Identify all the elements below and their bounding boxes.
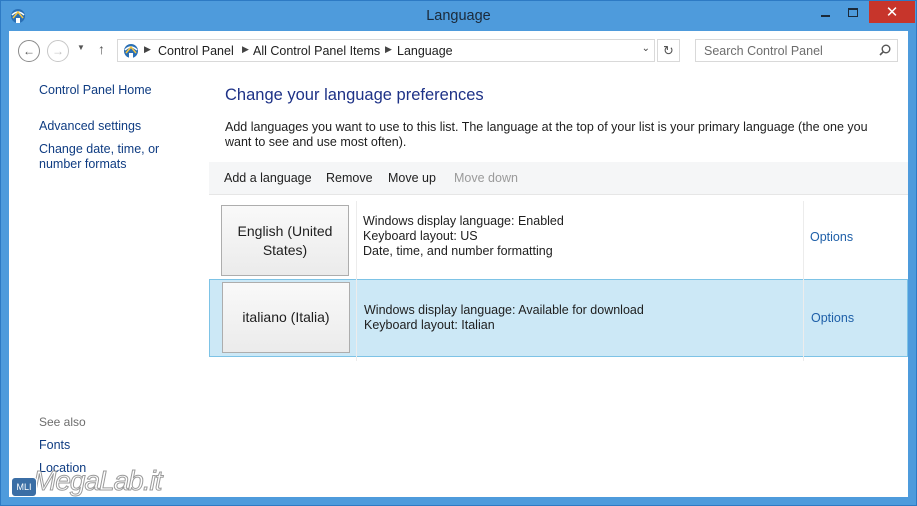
language-details: Windows display language: Enabled Keyboa… — [363, 214, 564, 259]
display-language-status: Windows display language: Enabled — [363, 214, 564, 228]
chevron-down-icon: ▼ — [77, 43, 85, 52]
language-details: Windows display language: Available for … — [364, 303, 644, 333]
control-panel-icon — [124, 44, 138, 58]
address-dropdown-icon[interactable]: ⌄ — [642, 43, 650, 54]
breadcrumb-separator-icon[interactable]: ▶ — [144, 44, 151, 55]
navigation-bar: ← → ▼ ↑ ▶ Control Panel ▶ All Control Pa… — [9, 31, 908, 69]
add-language-button[interactable]: Add a language — [224, 171, 312, 185]
options-link[interactable]: Options — [811, 311, 854, 325]
column-divider — [356, 201, 357, 361]
breadcrumb-separator-icon[interactable]: ▶ — [385, 44, 392, 55]
language-list: English (United States) Windows display … — [209, 201, 908, 361]
advanced-settings-link[interactable]: Advanced settings — [39, 119, 141, 134]
recent-locations-button[interactable]: ▼ — [77, 43, 85, 52]
breadcrumb-separator-icon[interactable]: ▶ — [242, 44, 249, 55]
close-button[interactable]: ✕ — [869, 1, 915, 23]
close-icon: ✕ — [885, 4, 899, 21]
remove-button[interactable]: Remove — [326, 171, 373, 185]
address-bar[interactable]: ▶ Control Panel ▶ All Control Panel Item… — [117, 39, 655, 62]
up-button[interactable]: ↑ — [98, 41, 105, 57]
watermark-badge: MLI — [11, 477, 37, 497]
back-arrow-icon: ← — [23, 44, 35, 58]
window-title: Language — [426, 8, 491, 24]
minimize-icon — [820, 15, 830, 17]
left-pane: Control Panel Home Advanced settings Cha… — [9, 69, 209, 497]
refresh-button[interactable]: ↻ — [657, 39, 680, 62]
main-content: Change your language preferences Add lan… — [209, 69, 908, 497]
forward-button[interactable]: → — [47, 40, 69, 62]
breadcrumb-language[interactable]: Language — [397, 44, 453, 58]
see-also-heading: See also — [39, 415, 86, 429]
change-date-time-formats-link[interactable]: Change date, time, or number formats — [39, 142, 204, 172]
minimize-button[interactable] — [811, 1, 839, 23]
move-down-button[interactable]: Move down — [454, 171, 518, 185]
keyboard-layout: Keyboard layout: US — [363, 229, 478, 243]
maximize-icon — [848, 7, 858, 17]
title-bar[interactable]: Language ✕ — [1, 1, 916, 31]
forward-arrow-icon: → — [52, 44, 64, 58]
refresh-icon: ↻ — [663, 42, 674, 58]
language-tile[interactable]: English (United States) — [221, 205, 349, 276]
keyboard-layout: Keyboard layout: Italian — [364, 318, 495, 332]
language-toolbar: Add a language Remove Move up Move down — [209, 162, 908, 195]
display-language-status: Windows display language: Available for … — [364, 303, 644, 317]
maximize-button[interactable] — [839, 1, 867, 23]
page-title: Change your language preferences — [225, 86, 484, 104]
breadcrumb-control-panel[interactable]: Control Panel — [158, 44, 234, 58]
search-input[interactable] — [696, 40, 874, 61]
breadcrumb-all-items[interactable]: All Control Panel Items — [253, 44, 380, 58]
options-link[interactable]: Options — [810, 230, 853, 244]
move-up-button[interactable]: Move up — [388, 171, 436, 185]
fonts-link[interactable]: Fonts — [39, 438, 70, 453]
watermark-text: MegaLab.it — [33, 465, 164, 497]
page-description: Add languages you want to use to this li… — [225, 120, 868, 149]
search-box[interactable] — [695, 39, 898, 62]
column-divider — [803, 201, 804, 361]
control-panel-home-link[interactable]: Control Panel Home — [39, 83, 152, 98]
watermark-logo: MegaLab.it MLI — [3, 463, 183, 501]
up-arrow-icon: ↑ — [98, 41, 105, 57]
search-icon[interactable] — [879, 44, 891, 56]
language-tile[interactable]: italiano (Italia) — [222, 282, 350, 353]
back-button[interactable]: ← — [18, 40, 40, 62]
formatting-status: Date, time, and number formatting — [363, 244, 553, 258]
control-panel-window: Language ✕ ← → ▼ ↑ ▶ Control Panel ▶ All… — [0, 0, 917, 506]
client-area: ← → ▼ ↑ ▶ Control Panel ▶ All Control Pa… — [9, 31, 908, 497]
